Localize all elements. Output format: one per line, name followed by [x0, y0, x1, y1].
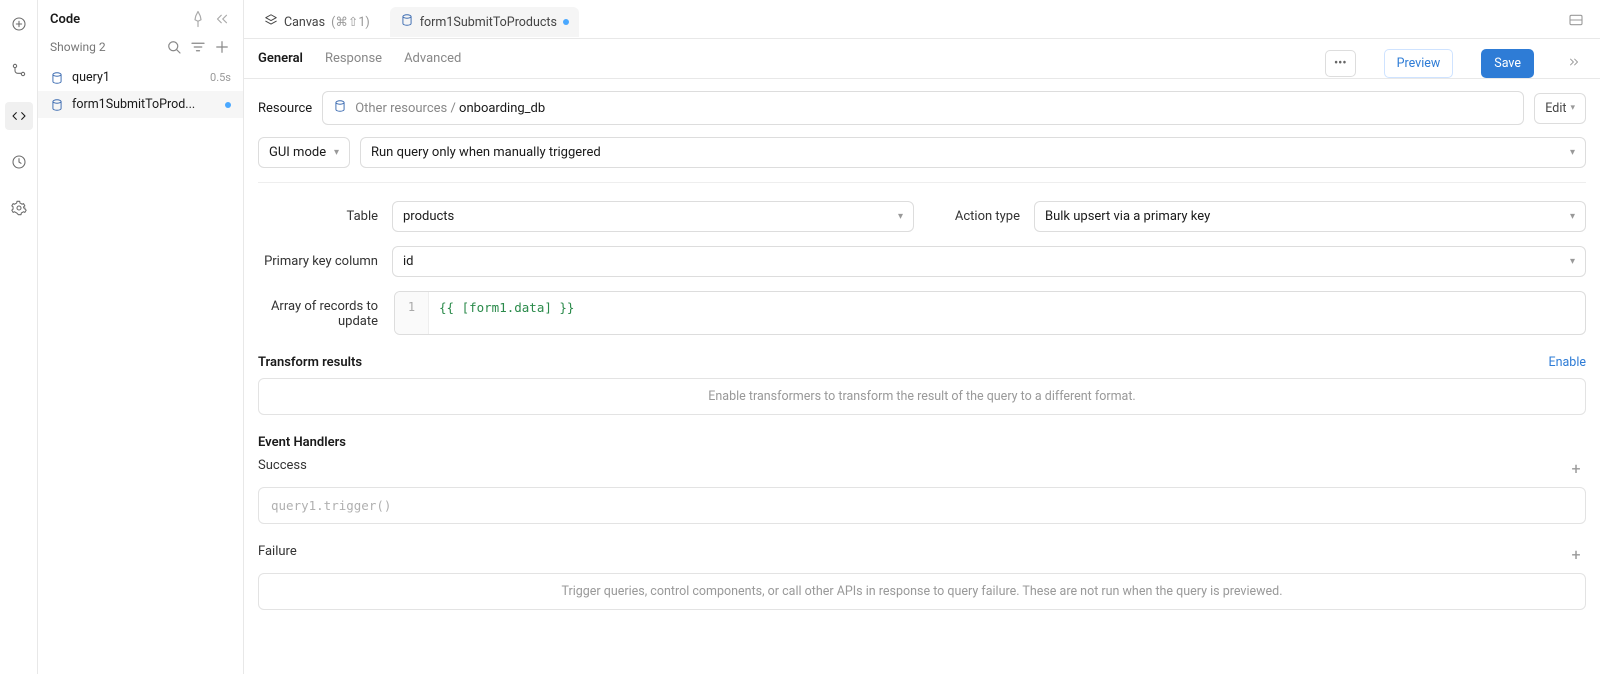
enable-transform-link[interactable]: Enable: [1549, 355, 1587, 370]
edit-label: Edit: [1545, 101, 1566, 116]
action-type-value: Bulk upsert via a primary key: [1045, 209, 1210, 224]
pk-label: Primary key column: [258, 254, 378, 269]
run-trigger-select[interactable]: Run query only when manually triggered ▾: [360, 137, 1586, 168]
code-gutter: 1: [395, 292, 429, 334]
tab-query[interactable]: form1SubmitToProducts: [390, 7, 579, 37]
subtab-general[interactable]: General: [258, 51, 303, 76]
chevron-down-icon: ▾: [1570, 103, 1575, 113]
collapse-right-icon[interactable]: [1562, 50, 1586, 78]
add-success-handler[interactable]: +: [1566, 459, 1586, 478]
edit-resource-button[interactable]: Edit ▾: [1534, 93, 1586, 124]
unsaved-dot-icon: [225, 102, 231, 108]
mode-value: GUI mode: [269, 145, 326, 160]
success-label: Success: [258, 458, 307, 473]
table-label: Table: [258, 209, 378, 224]
pk-select[interactable]: id ▾: [392, 246, 1586, 277]
layers-icon: [264, 13, 278, 31]
resource-select[interactable]: Other resources / onboarding_db: [322, 91, 1524, 125]
add-failure-handler[interactable]: +: [1566, 545, 1586, 564]
mode-select[interactable]: GUI mode ▾: [258, 137, 350, 168]
query-name: query1: [72, 70, 202, 85]
collapse-panel-icon[interactable]: [213, 10, 231, 28]
unsaved-dot-icon: [563, 19, 569, 25]
transform-placeholder: Enable transformers to transform the res…: [258, 378, 1586, 415]
preview-button[interactable]: Preview: [1384, 49, 1454, 78]
tab-label: Canvas: [284, 15, 325, 30]
subtab-response[interactable]: Response: [325, 51, 382, 76]
subtab-advanced[interactable]: Advanced: [404, 51, 461, 76]
query-item-form1submit[interactable]: form1SubmitToProd...: [38, 91, 243, 118]
run-trigger-value: Run query only when manually triggered: [371, 145, 601, 160]
failure-label: Failure: [258, 544, 297, 559]
success-handler-box[interactable]: query1.trigger(): [258, 487, 1586, 524]
add-query-icon[interactable]: [213, 38, 231, 56]
showing-count: Showing 2: [50, 40, 159, 54]
tab-canvas[interactable]: Canvas (⌘⇧1): [254, 7, 380, 37]
chevron-down-icon: ▾: [898, 211, 903, 222]
rail-settings[interactable]: [5, 194, 33, 222]
chevron-down-icon: ▾: [1570, 147, 1575, 158]
query-time: 0.5s: [210, 71, 231, 84]
action-type-label: Action type: [930, 209, 1020, 224]
more-button[interactable]: •••: [1325, 50, 1356, 77]
table-select[interactable]: products ▾: [392, 201, 914, 232]
rail-workflow[interactable]: [5, 56, 33, 84]
tab-hint: (⌘⇧1): [331, 14, 370, 30]
database-icon: [400, 13, 414, 31]
rail-code[interactable]: [5, 102, 33, 130]
filter-icon[interactable]: [189, 38, 207, 56]
query-item-query1[interactable]: query1 0.5s: [38, 64, 243, 91]
database-icon: [333, 99, 347, 117]
save-button[interactable]: Save: [1481, 49, 1534, 78]
transform-title: Transform results: [258, 355, 362, 370]
action-type-select[interactable]: Bulk upsert via a primary key ▾: [1034, 201, 1586, 232]
array-code-value: {{ [form1.data] }}: [429, 292, 1585, 334]
query-name: form1SubmitToProd...: [72, 97, 217, 112]
resource-path: Other resources /: [355, 101, 459, 116]
database-icon: [50, 98, 64, 112]
array-label: Array of records to update: [258, 291, 378, 329]
tab-label: form1SubmitToProducts: [420, 15, 557, 30]
table-value: products: [403, 209, 454, 224]
search-icon[interactable]: [165, 38, 183, 56]
pk-value: id: [403, 254, 414, 269]
failure-placeholder: Trigger queries, control components, or …: [258, 573, 1586, 610]
event-handlers-title: Event Handlers: [258, 435, 346, 450]
rail-history[interactable]: [5, 148, 33, 176]
rail-add[interactable]: [5, 10, 33, 38]
pin-icon[interactable]: [189, 10, 207, 28]
resource-db: onboarding_db: [459, 101, 545, 116]
panel-layout-icon[interactable]: [1562, 6, 1590, 38]
panel-title: Code: [50, 12, 183, 27]
chevron-down-icon: ▾: [1570, 256, 1575, 267]
chevron-down-icon: ▾: [1570, 211, 1575, 222]
chevron-down-icon: ▾: [334, 147, 339, 158]
array-code-input[interactable]: 1 {{ [form1.data] }}: [394, 291, 1586, 335]
database-icon: [50, 71, 64, 85]
resource-label: Resource: [258, 101, 312, 116]
